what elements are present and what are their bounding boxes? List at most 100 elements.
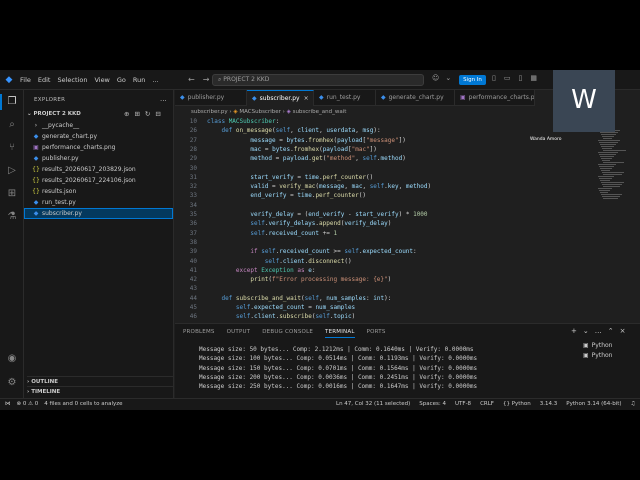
tree-item-results[interactable]: {} results.json — [24, 186, 173, 197]
remote-icon[interactable]: ⋈ — [5, 399, 11, 410]
tree-item-generate-chart[interactable]: ◆ generate_chart.py — [24, 131, 173, 142]
menu-selection[interactable]: Selection — [57, 76, 87, 84]
code-line: 40 self.client.disconnect() — [175, 257, 595, 266]
python-interpreter[interactable]: Python 3.14 (64-bit) — [566, 399, 621, 410]
line-number: 39 — [189, 248, 197, 256]
extensions-icon[interactable]: ⊞ — [5, 187, 19, 201]
close-panel-icon[interactable]: × — [620, 327, 626, 335]
minimap-line — [602, 184, 622, 185]
minimap-line — [601, 134, 616, 135]
tab-run-test[interactable]: ◆ run_test.py — [314, 90, 376, 106]
explorer-icon[interactable]: ❐ — [5, 95, 19, 109]
gear-icon[interactable]: ⚙ — [5, 376, 19, 390]
menu-more[interactable]: ... — [152, 76, 158, 84]
sign-in-button[interactable]: Sign In — [459, 75, 486, 85]
back-arrow-icon[interactable]: ← — [188, 75, 195, 84]
tab-performance-charts[interactable]: ▣ performance_charts.p — [455, 90, 535, 106]
terminal-list-item[interactable]: ▣ Python — [583, 341, 612, 351]
cursor-position[interactable]: Ln 47, Col 32 (11 selected) — [336, 399, 410, 410]
timeline-section[interactable]: › TIMELINE — [27, 386, 173, 396]
tree-item-label: run_test.py — [42, 199, 76, 206]
toggle-secondary-sidebar-icon[interactable]: ▯ — [518, 74, 522, 82]
code-line: 39 if self.received_count >= self.expect… — [175, 247, 595, 256]
language-label: Python — [511, 401, 531, 407]
tab-generate-chart[interactable]: ◆ generate_chart.py — [376, 90, 455, 106]
code-editor[interactable]: 10 class MACSubscriber: 26 def on_message(… — [175, 117, 595, 323]
menu-file[interactable]: File — [20, 76, 31, 84]
code-line: 33 end_verify = time.perf_counter() — [175, 191, 595, 200]
tree-item-run-test[interactable]: ◆ run_test.py — [24, 197, 173, 208]
language-mode[interactable]: {} Python — [503, 399, 531, 410]
participant-tile[interactable]: W — [553, 70, 615, 132]
minimap-line — [600, 132, 618, 133]
chevron-down-icon[interactable]: ⌄ — [583, 327, 589, 335]
testing-icon[interactable]: ⚗ — [5, 210, 19, 224]
forward-arrow-icon[interactable]: → — [203, 75, 210, 84]
new-file-icon[interactable]: ⊕ — [124, 109, 129, 119]
copilot-icon[interactable]: ☺ — [432, 74, 439, 82]
tree-item-label: performance_charts.png — [42, 144, 116, 151]
menu-view[interactable]: View — [94, 76, 109, 84]
refresh-icon[interactable]: ↻ — [145, 109, 150, 119]
minimap[interactable] — [598, 128, 626, 208]
dropdown-chevron-icon[interactable]: ⌄ — [445, 74, 451, 82]
terminal-list: ▣ Python ▣ Python — [583, 341, 612, 361]
vscode-logo-icon: ◆ — [5, 74, 13, 85]
analysis-status[interactable]: 4 files and 0 cells to analyze — [44, 399, 122, 410]
menu-edit[interactable]: Edit — [38, 76, 51, 84]
tab-terminal[interactable]: TERMINAL — [325, 329, 355, 338]
breadcrumb-file[interactable]: subscriber.py — [191, 109, 228, 115]
tab-problems[interactable]: PROBLEMS — [183, 329, 215, 338]
toggle-sidebar-icon[interactable]: ▯ — [492, 74, 496, 82]
errors-icon[interactable]: ⊗ 0 ⚠ 0 — [17, 399, 39, 410]
python-version[interactable]: 3.14.3 — [540, 399, 558, 410]
participant-name: Wanda Amoro — [530, 137, 562, 142]
bell-icon[interactable]: ♫ — [631, 399, 636, 410]
new-folder-icon[interactable]: ⊞ — [134, 109, 139, 119]
code-line: 44 def subscribe_and_wait(self, num_samp… — [175, 294, 595, 303]
tab-subscriber[interactable]: ◆ subscriber.py × — [247, 90, 314, 106]
terminal-list-item[interactable]: ▣ Python — [583, 351, 612, 361]
panel-actions: + ⌄ … ⌃ × — [571, 327, 626, 335]
minimap-line — [603, 162, 624, 163]
new-terminal-icon[interactable]: + — [571, 327, 577, 335]
tab-debug-console[interactable]: DEBUG CONSOLE — [262, 329, 313, 338]
more-actions-icon[interactable]: … — [595, 327, 602, 335]
collapse-all-icon[interactable]: ⊟ — [155, 109, 160, 119]
tab-output[interactable]: OUTPUT — [227, 329, 251, 338]
tree-item-subscriber[interactable]: ◆ subscriber.py — [24, 208, 173, 219]
toggle-panel-icon[interactable]: ▭ — [504, 74, 511, 82]
breadcrumb-class[interactable]: MACSubscriber — [239, 109, 281, 115]
end-of-line[interactable]: CRLF — [480, 399, 494, 410]
customize-layout-icon[interactable]: ▦ — [530, 74, 537, 82]
tree-item-results-224106[interactable]: {} results_20260617_224106.json — [24, 175, 173, 186]
python-file-icon: ◆ — [180, 94, 185, 101]
tab-ports[interactable]: PORTS — [367, 329, 386, 338]
breadcrumb-method[interactable]: subscribe_and_wait — [293, 109, 347, 115]
indentation[interactable]: Spaces: 4 — [419, 399, 446, 410]
code-line: 43 — [175, 284, 595, 293]
command-center-search[interactable]: ⌕ PROJECT 2 KKD — [212, 74, 424, 86]
more-actions-icon[interactable]: ... — [160, 95, 167, 103]
source-control-icon[interactable]: ⑂ — [5, 141, 19, 155]
terminal-output[interactable]: Message size: 50 bytes... Comp: 2.1212ms… — [199, 345, 477, 391]
nav-arrows: ← → — [188, 75, 209, 84]
run-debug-icon[interactable]: ▷ — [5, 164, 19, 178]
tree-item-performance-charts[interactable]: ▣ performance_charts.png — [24, 142, 173, 153]
account-icon[interactable]: ◉ — [5, 352, 19, 366]
search-icon[interactable]: ⌕ — [5, 118, 19, 132]
terminal-icon: ▣ — [583, 352, 589, 359]
encoding[interactable]: UTF-8 — [455, 399, 471, 410]
code-line: 46 self.client.subscribe(self.topic) — [175, 312, 595, 321]
close-icon[interactable]: × — [304, 95, 309, 102]
menu-go[interactable]: Go — [117, 76, 126, 84]
maximize-panel-icon[interactable]: ⌃ — [608, 327, 614, 335]
code-line: 37 self.received_count += 1 — [175, 229, 595, 238]
outline-section[interactable]: › OUTLINE — [27, 376, 173, 386]
menu-run[interactable]: Run — [133, 76, 145, 84]
tree-item-pycache[interactable]: › __pycache__ — [24, 120, 173, 131]
tree-item-results-203829[interactable]: {} results_20260617_203829.json — [24, 164, 173, 175]
tree-item-publisher[interactable]: ◆ publisher.py — [24, 153, 173, 164]
tab-publisher[interactable]: ◆ publisher.py — [175, 90, 247, 106]
editor-tabs: ◆ publisher.py ◆ subscriber.py × ◆ run_test.… — [175, 90, 535, 106]
